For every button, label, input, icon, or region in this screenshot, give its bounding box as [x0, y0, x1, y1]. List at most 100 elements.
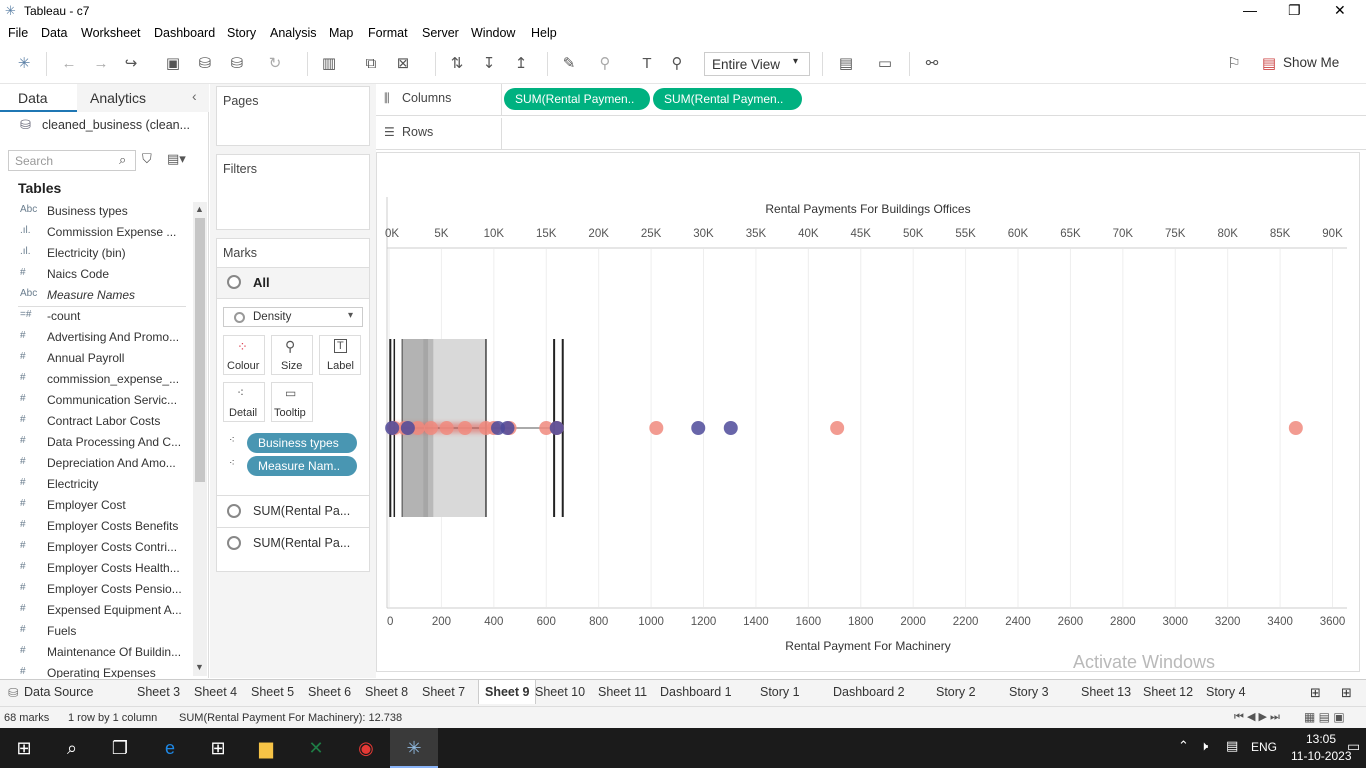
presentation-mode-icon[interactable]: ▭: [875, 54, 895, 74]
windows-start-icon[interactable]: ⊞: [12, 736, 36, 760]
search-box[interactable]: Search ⌕: [8, 150, 136, 171]
field-item[interactable]: # Employer Costs Benefits: [0, 516, 188, 537]
menu-dashboard[interactable]: Dashboard: [154, 26, 215, 40]
field-item[interactable]: # Electricity: [0, 474, 188, 495]
search-icon[interactable]: ⌕: [60, 736, 84, 760]
sort-descending-icon[interactable]: ↥: [511, 54, 531, 74]
measure-row-2[interactable]: SUM(Rental Pa...: [217, 527, 369, 559]
field-item[interactable]: .ıl. Electricity (bin): [0, 243, 188, 264]
new-dashboard-icon[interactable]: ⊞: [1341, 685, 1352, 701]
view-options-icon[interactable]: ▤▾: [167, 151, 186, 167]
refresh-icon[interactable]: ↻: [265, 54, 285, 74]
field-item[interactable]: Abc Measure Names: [0, 285, 188, 306]
edge-browser-icon[interactable]: e: [158, 736, 182, 760]
group-icon[interactable]: ⚲: [595, 54, 615, 74]
field-item[interactable]: # Annual Payroll: [0, 348, 188, 369]
field-item[interactable]: # Expensed Equipment A...: [0, 600, 188, 621]
filters-card[interactable]: Filters: [216, 154, 370, 230]
store-icon[interactable]: ⊞: [206, 736, 230, 760]
tab-story-3[interactable]: Story 3: [1009, 685, 1049, 699]
clock-time[interactable]: 13:05: [1306, 732, 1336, 746]
menu-analysis[interactable]: Analysis: [270, 26, 317, 40]
notifications-icon[interactable]: ▭: [1347, 738, 1360, 755]
datasource-name[interactable]: cleaned_business (clean...: [42, 118, 190, 132]
tab-story-1[interactable]: Story 1: [760, 685, 800, 699]
sort-ascending-icon[interactable]: ↧: [479, 54, 499, 74]
tray-chevron-icon[interactable]: ⌃: [1178, 738, 1189, 754]
marks-all-row[interactable]: All: [217, 267, 369, 299]
swap-icon[interactable]: ⇅: [447, 54, 467, 74]
tab-sheet-4[interactable]: Sheet 4: [194, 685, 237, 699]
density-chart[interactable]: Rental Payments For Buildings Offices Re…: [377, 153, 1359, 671]
colour-button[interactable]: ⁘ Colour: [223, 335, 265, 375]
field-item[interactable]: # Employer Costs Health...: [0, 558, 188, 579]
new-worksheet-icon[interactable]: ⊞: [1310, 685, 1321, 701]
tab-data[interactable]: Data: [0, 84, 77, 112]
field-item[interactable]: # Employer Cost: [0, 495, 188, 516]
size-button[interactable]: ⚲ Size: [271, 335, 313, 375]
ime-icon[interactable]: ▤: [1226, 738, 1238, 754]
tab-sheet-6[interactable]: Sheet 6: [308, 685, 351, 699]
tab-data-source[interactable]: Data Source: [24, 685, 93, 699]
menu-story[interactable]: Story: [227, 26, 256, 40]
tab-analytics[interactable]: Analytics ‹: [77, 84, 209, 112]
pages-card[interactable]: Pages: [216, 86, 370, 146]
field-item[interactable]: # Advertising And Promo...: [0, 327, 188, 348]
tab-sheet-11[interactable]: Sheet 11: [598, 685, 647, 699]
label-button[interactable]: T Label: [319, 335, 361, 375]
tableau-home-icon[interactable]: ✳: [14, 54, 34, 74]
chrome-icon[interactable]: ◉: [354, 736, 378, 760]
tab-story-2[interactable]: Story 2: [936, 685, 976, 699]
menu-worksheet[interactable]: Worksheet: [81, 26, 141, 40]
menu-file[interactable]: File: [8, 26, 28, 40]
sheet-sorter-icon[interactable]: ▦ ▤ ▣: [1304, 710, 1345, 724]
fit-view-select[interactable]: Entire View ▾: [704, 52, 810, 76]
tab-story-4[interactable]: Story 4: [1206, 685, 1246, 699]
menu-map[interactable]: Map: [329, 26, 353, 40]
redo-icon[interactable]: →: [91, 54, 111, 74]
field-item[interactable]: # Data Processing And C...: [0, 432, 188, 453]
new-datasource-icon[interactable]: ⛁: [195, 54, 215, 74]
share-icon[interactable]: ⚯: [922, 54, 942, 74]
pin-icon[interactable]: ⚲: [667, 54, 687, 74]
menu-server[interactable]: Server: [422, 26, 459, 40]
save-icon[interactable]: ▣: [163, 54, 183, 74]
field-item[interactable]: # Communication Servic...: [0, 390, 188, 411]
mark-type-select[interactable]: Density ▾: [223, 307, 363, 327]
field-item[interactable]: # Employer Costs Contri...: [0, 537, 188, 558]
field-item[interactable]: # commission_expense_...: [0, 369, 188, 390]
tableau-task-button[interactable]: ✳: [390, 728, 438, 768]
clear-sheet-icon[interactable]: ⊠: [393, 54, 413, 74]
close-icon[interactable]: ✕: [1334, 2, 1346, 19]
field-item[interactable]: # Depreciation And Amo...: [0, 453, 188, 474]
labels-icon[interactable]: T: [637, 54, 657, 74]
field-item[interactable]: # Maintenance Of Buildin...: [0, 642, 188, 663]
field-item[interactable]: # Contract Labor Costs: [0, 411, 188, 432]
columns-pill-1[interactable]: SUM(Rental Paymen..: [504, 88, 650, 110]
language-indicator[interactable]: ENG: [1251, 740, 1277, 754]
menu-help[interactable]: Help: [531, 26, 557, 40]
business-types-pill[interactable]: Business types: [247, 433, 357, 453]
field-item[interactable]: # Employer Costs Pensio...: [0, 579, 188, 600]
columns-pill-2[interactable]: SUM(Rental Paymen..: [653, 88, 802, 110]
show-cards-icon[interactable]: ▤: [836, 54, 856, 74]
tab-dashboard-2[interactable]: Dashboard 2: [833, 685, 905, 699]
field-item[interactable]: # Fuels: [0, 621, 188, 642]
tab-sheet-9[interactable]: Sheet 9: [478, 680, 537, 704]
columns-shelf[interactable]: ⫼ Columns SUM(Rental Paymen.. SUM(Rental…: [376, 84, 1366, 116]
duplicate-sheet-icon[interactable]: ⧉: [361, 54, 381, 74]
collapse-pane-icon[interactable]: ‹: [192, 88, 197, 104]
field-item[interactable]: # Operating Expenses: [0, 663, 188, 678]
filter-icon[interactable]: ⛉: [142, 151, 152, 167]
field-item[interactable]: .ıl. Commission Expense ...: [0, 222, 188, 243]
tab-sheet-12[interactable]: Sheet 12: [1143, 685, 1193, 699]
new-worksheet-icon[interactable]: ▥: [319, 54, 339, 74]
minimize-icon[interactable]: —: [1243, 2, 1257, 18]
excel-icon[interactable]: ✕: [304, 736, 328, 760]
file-explorer-icon[interactable]: ▆: [254, 736, 278, 760]
menu-window[interactable]: Window: [471, 26, 515, 40]
volume-icon[interactable]: 🕨: [1200, 738, 1208, 754]
maximize-icon[interactable]: ❐: [1288, 2, 1301, 19]
field-item[interactable]: =# -count: [0, 306, 188, 327]
field-item[interactable]: # Naics Code: [0, 264, 188, 285]
